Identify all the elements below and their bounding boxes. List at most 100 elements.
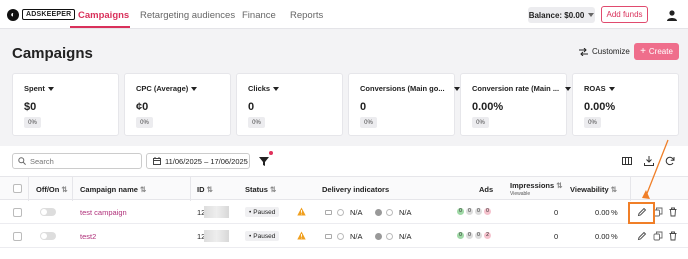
chevron-down-icon (588, 13, 595, 17)
redacted-id (204, 230, 229, 242)
chevron-down-icon (453, 86, 460, 91)
column-header-campaign-name[interactable]: Campaign name ⇅ (80, 185, 146, 194)
stat-card-conversions: Conversions (Main go... 0 0% (348, 73, 460, 136)
campaign-name-link[interactable]: test campaign (80, 208, 127, 217)
tab-reports[interactable]: Reports (290, 10, 323, 21)
stat-card-spent: Spent $0 0% (12, 73, 119, 136)
stat-change-badge: 0% (360, 117, 377, 128)
column-header-viewability[interactable]: Viewability ⇅ (570, 185, 617, 194)
stat-title[interactable]: Clicks (248, 84, 280, 93)
search-input[interactable]: Search (12, 153, 142, 169)
table-row: test campaign 12 • Paused N/A N/A 0 0 0 0… (0, 201, 688, 224)
paused-dot-icon: • (249, 208, 252, 216)
column-divider (630, 177, 631, 201)
stat-title[interactable]: Spent (24, 84, 54, 93)
stat-value: $0 (24, 101, 37, 113)
sort-icon: ⇅ (140, 185, 147, 194)
device-icon (325, 234, 332, 239)
user-icon[interactable] (666, 9, 678, 21)
delivery-value: N/A (399, 232, 412, 241)
viewability-value: 0.00 (595, 232, 610, 241)
stat-value: ¢0 (136, 101, 149, 113)
stat-title-label: Spent (24, 84, 45, 93)
impressions-value: 0 (554, 232, 559, 241)
campaign-name-link[interactable]: test2 (80, 232, 96, 241)
delivery-value: N/A (350, 232, 363, 241)
filter-active-dot (269, 151, 273, 155)
edit-icon[interactable] (637, 231, 647, 241)
stat-card-conversion-rate: Conversion rate (Main ... 0.00% 0% (460, 73, 572, 136)
create-button[interactable]: + Create (634, 43, 679, 60)
column-header-status[interactable]: Status ⇅ (245, 185, 276, 194)
ads-paused-count: 0 (466, 208, 473, 215)
status-badge: • Paused (245, 207, 280, 217)
table-header: Off/On ⇅ Campaign name ⇅ ID ⇅ Status ⇅ D… (0, 176, 688, 201)
stat-title[interactable]: CPC (Average) (136, 84, 198, 93)
chevron-down-icon (191, 86, 198, 91)
filter-icon[interactable] (258, 155, 270, 167)
viewability-value: 0.00 (595, 208, 610, 217)
paused-dot-icon: • (249, 232, 252, 240)
row-checkbox[interactable] (13, 232, 22, 241)
add-funds-button[interactable]: Add funds (601, 6, 648, 23)
column-header-label: Viewability (570, 185, 609, 194)
stat-title-label: Clicks (248, 84, 271, 93)
columns-icon[interactable] (622, 156, 632, 166)
download-icon[interactable] (644, 156, 654, 166)
stat-value: 0.00% (584, 101, 616, 113)
delete-icon[interactable] (668, 231, 678, 241)
column-header-label: Status (245, 185, 268, 194)
sort-icon: ⇅ (206, 185, 213, 194)
stat-title[interactable]: ROAS (584, 84, 615, 93)
stat-title[interactable]: Conversions (Main go... (360, 84, 460, 93)
impressions-value: 0 (554, 208, 559, 217)
tab-finance[interactable]: Finance (242, 10, 276, 21)
delivery-status-dot (375, 209, 382, 216)
warning-icon[interactable] (297, 231, 306, 240)
swap-icon (579, 47, 588, 56)
stat-title-label: Conversion rate (Main ... (472, 84, 560, 93)
date-range-value: 11/06/2025 – 17/06/2025 (165, 156, 248, 166)
column-header-impressions[interactable]: Impressions ⇅ Viewable (510, 181, 563, 197)
stat-card-roas: ROAS 0.00% 0% (572, 73, 679, 136)
column-header-label: Impressions (510, 181, 555, 190)
chevron-down-icon (565, 86, 572, 91)
stat-change-badge: 0% (248, 117, 265, 128)
balance-label: Balance: $0.00 (528, 10, 585, 20)
refresh-icon[interactable] (665, 156, 675, 166)
column-header-sublabel: Viewable (510, 191, 531, 197)
delete-icon[interactable] (668, 207, 678, 217)
customize-button[interactable]: Customize (579, 47, 630, 56)
column-header-label: ID (197, 185, 205, 194)
tab-campaigns[interactable]: Campaigns (78, 10, 129, 21)
chevron-down-icon (47, 86, 54, 91)
ads-active-count: 0 (457, 208, 464, 215)
logo[interactable]: ◐ ADSKEEPER (7, 8, 76, 21)
balance-dropdown[interactable]: Balance: $0.00 (528, 7, 595, 23)
column-divider (72, 177, 73, 201)
status-label: Paused (253, 208, 276, 216)
stat-title-label: Conversions (Main go... (360, 84, 445, 93)
page-title: Campaigns (12, 45, 93, 62)
stat-value: 0.00% (472, 101, 504, 113)
column-header-offon[interactable]: Off/On ⇅ (36, 185, 68, 194)
sort-icon: ⇅ (610, 185, 618, 194)
warning-icon[interactable] (297, 207, 306, 216)
column-header-ads: Ads (479, 185, 494, 194)
duplicate-icon[interactable] (653, 231, 663, 241)
select-all-checkbox[interactable] (13, 184, 22, 193)
stat-title[interactable]: Conversion rate (Main ... (472, 84, 572, 93)
logo-text: ADSKEEPER (22, 9, 76, 20)
date-range-picker[interactable]: 11/06/2025 – 17/06/2025 (146, 153, 250, 169)
delivery-indicator-dot (337, 209, 344, 216)
column-header-id[interactable]: ID ⇅ (197, 185, 213, 194)
campaign-toggle[interactable] (40, 208, 56, 216)
delivery-indicator-dot (386, 209, 393, 216)
search-icon (18, 157, 26, 165)
stat-title-label: CPC (Average) (136, 84, 189, 93)
tab-retargeting-audiences[interactable]: Retargeting audiences (140, 10, 235, 21)
campaign-toggle[interactable] (40, 232, 56, 240)
delivery-status-dot (375, 233, 382, 240)
logo-icon: ◐ (7, 8, 19, 21)
row-checkbox[interactable] (13, 208, 22, 217)
